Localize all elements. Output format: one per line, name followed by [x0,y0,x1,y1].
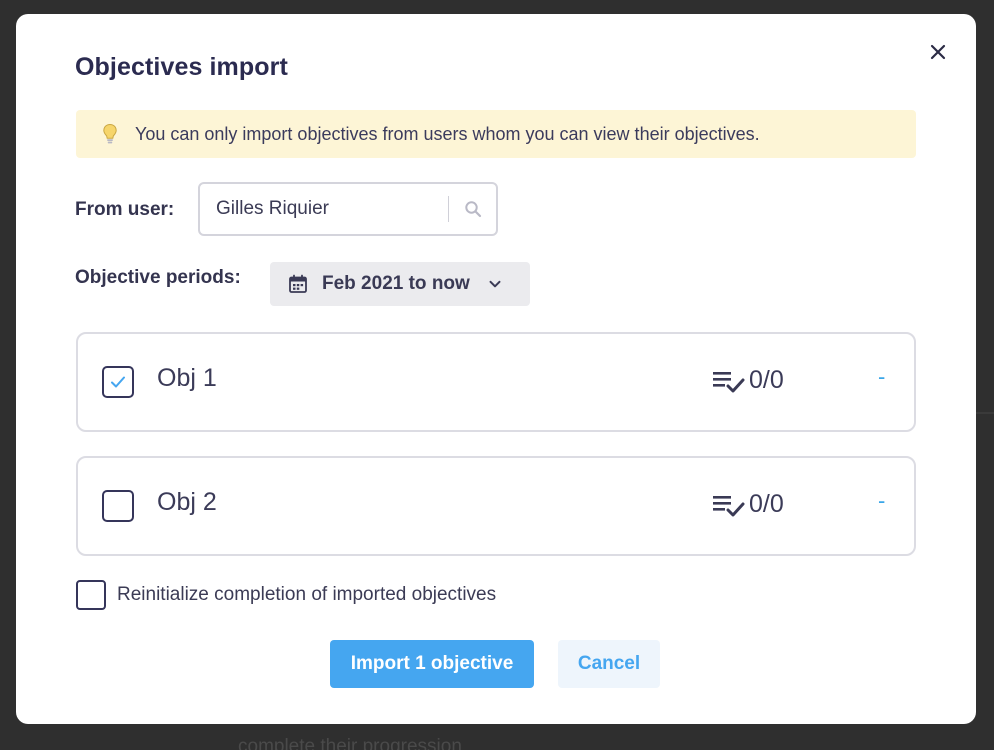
user-search-input[interactable] [216,198,446,220]
background-divider [976,412,994,414]
close-icon [930,44,946,60]
background-text: complete their progression [238,736,462,750]
objective-checkbox[interactable] [102,366,134,398]
dialog-title: Objectives import [75,53,288,81]
cancel-button[interactable]: Cancel [558,640,660,688]
checkmark-icon [111,376,125,388]
objective-periods-label: Objective periods: [75,267,241,288]
from-user-label: From user: [75,199,175,220]
key-results-count: 0/0 [749,366,784,394]
key-results-count: 0/0 [749,490,784,518]
key-results-icon [713,372,745,393]
banner-text: You can only import objectives from user… [135,123,760,144]
key-results-icon [713,496,745,517]
expand-toggle[interactable]: - [878,364,885,390]
period-value: Feb 2021 to now [322,273,470,294]
reinitialize-label: Reinitialize completion of imported obje… [117,584,497,605]
info-banner: You can only import objectives from user… [76,110,916,158]
objective-name: Obj 2 [157,488,217,516]
user-search-field[interactable] [198,182,498,236]
calendar-icon [288,274,308,294]
search-icon[interactable] [462,198,484,220]
objective-checkbox[interactable] [102,490,134,522]
objective-card[interactable]: Obj 1 0/0 - [76,332,916,432]
reinitialize-checkbox[interactable] [76,580,106,610]
import-button[interactable]: Import 1 objective [330,640,534,688]
period-selector[interactable]: Feb 2021 to now [270,262,530,306]
import-objectives-dialog: Objectives import You can only import ob… [16,14,976,724]
input-separator [448,196,449,222]
objective-card[interactable]: Obj 2 0/0 - [76,456,916,556]
chevron-down-icon [488,277,502,291]
objective-name: Obj 1 [157,364,217,392]
expand-toggle[interactable]: - [878,488,885,514]
lightbulb-icon [100,122,120,146]
reinitialize-option[interactable]: Reinitialize completion of imported obje… [76,580,496,610]
close-button[interactable] [924,38,952,66]
